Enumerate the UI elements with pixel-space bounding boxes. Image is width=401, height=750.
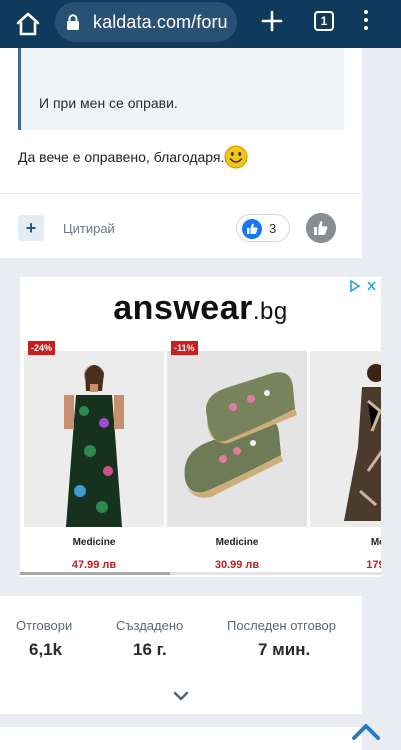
scroll-to-top-icon[interactable] (350, 720, 382, 742)
topic-stats: Отговори 6,1k Създадено 16 г. Последен о… (0, 596, 362, 714)
product-image (24, 351, 164, 527)
product-name: Medicine (72, 537, 116, 548)
brand-logo: answear.bg (20, 289, 381, 328)
advertisement[interactable]: answear.bg -24% Medicine 47.99 лв -11% M… (20, 277, 381, 577)
browser-toolbar: kaldata.com/foru 1 (0, 0, 401, 48)
quote-block: И при мен се оправи. (18, 48, 344, 130)
discount-badge: -11% (171, 341, 198, 355)
product-price: 47.99 лв (71, 559, 117, 571)
product-image (167, 351, 307, 527)
brand-name: answear (113, 289, 253, 327)
more-menu-icon[interactable] (361, 10, 371, 36)
next-post-card (0, 727, 362, 750)
replies-label: Отговори (16, 618, 73, 633)
replies-value: 6,1k (29, 640, 63, 659)
last-reply-value: 7 мин. (258, 640, 311, 659)
product-card[interactable]: -24% Medicine 47.99 лв (24, 341, 164, 577)
thumbs-up-icon (242, 219, 262, 239)
quote-text: И при мен се оправи. (39, 95, 178, 111)
product-image (310, 351, 381, 527)
divider (0, 193, 362, 194)
smiley-icon (224, 145, 248, 169)
home-icon[interactable] (14, 10, 42, 38)
product-name: Medicine (215, 537, 259, 548)
react-button[interactable] (306, 213, 336, 243)
post-body: Да вече е оправено, благодаря. (18, 149, 225, 165)
product-name: Mor (370, 537, 381, 548)
lock-icon (67, 14, 79, 30)
chevron-down-icon[interactable] (173, 691, 189, 701)
quote-button[interactable]: Цитирай (63, 221, 115, 236)
created-label: Създадено (116, 618, 184, 633)
brand-suffix: .bg (252, 298, 288, 325)
reaction-count: 3 (269, 221, 277, 236)
new-tab-icon[interactable] (260, 9, 284, 33)
product-card[interactable]: -11% Medicine 30.99 лв (167, 341, 307, 577)
url-text: kaldata.com/foru (93, 12, 228, 32)
product-price: 179.9 (366, 559, 381, 571)
tab-switcher-button[interactable]: 1 (314, 11, 334, 31)
reaction-summary[interactable]: 3 (236, 214, 290, 242)
ad-scroll-thumb[interactable] (20, 572, 170, 575)
product-price: 30.99 лв (214, 559, 260, 571)
last-reply-label: Последен отговор (227, 618, 337, 633)
product-card[interactable]: Mor 179.9 (310, 341, 381, 577)
created-value: 16 г. (133, 640, 167, 659)
multiquote-button[interactable]: + (18, 215, 44, 241)
address-bar[interactable]: kaldata.com/foru (55, 2, 237, 42)
discount-badge: -24% (28, 341, 56, 355)
